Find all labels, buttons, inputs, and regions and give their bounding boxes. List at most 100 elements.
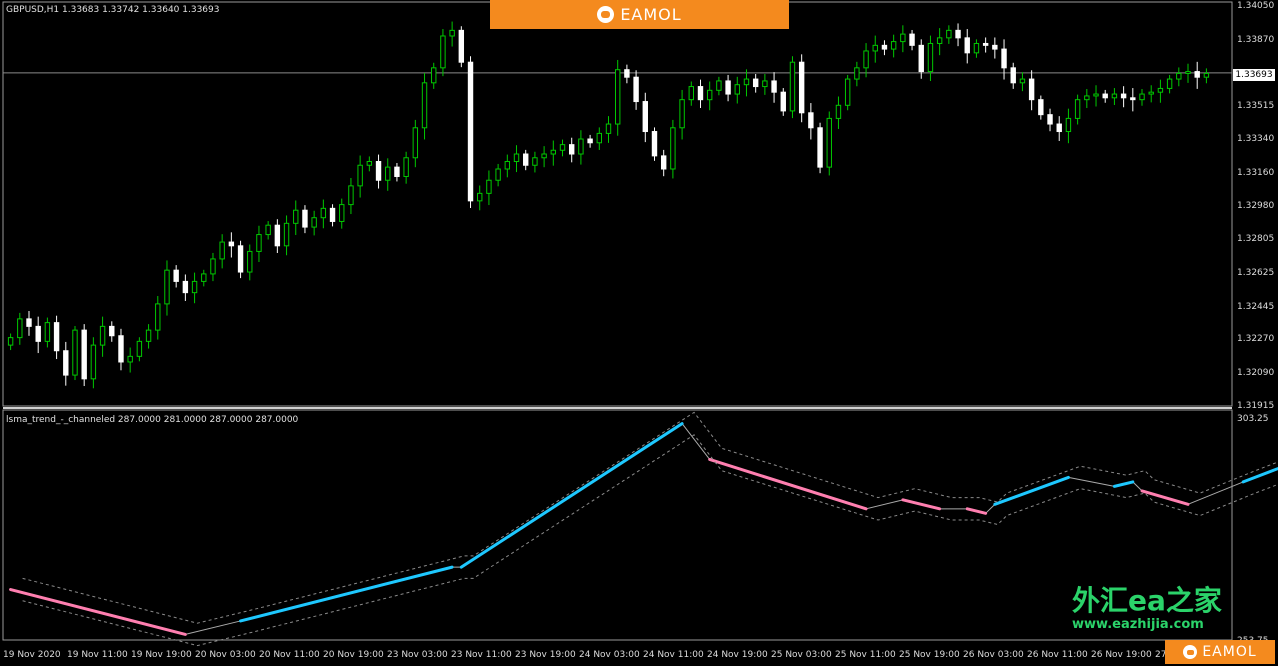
candle-body [311,217,317,228]
candle [697,79,704,108]
candle-body [237,245,244,273]
candle-body [587,138,593,144]
candle [412,119,419,168]
lsma-up-segment [993,475,1070,506]
candle-body [605,123,612,134]
candle [513,145,520,173]
price-tick-label: 1.33160 [1237,167,1275,178]
candle-body [771,80,777,93]
candle [486,170,492,206]
candle-body [660,155,667,170]
candle [256,225,262,262]
candle [550,140,557,166]
time-tick-label: 26 Nov 19:00 [1091,650,1152,660]
current-price-tag: 1.33693 [1233,69,1275,81]
candle-body [1185,71,1191,74]
candle-body [1194,71,1200,78]
candle-body [1084,95,1090,101]
candle [946,25,952,44]
watermark-cn: 外汇ea之家 [1072,584,1222,617]
time-tick-label: 19 Nov 19:00 [131,650,192,660]
candle-body [835,104,842,119]
lsma-connector [681,423,711,460]
candle-body [1056,123,1062,133]
candle-body [293,209,299,224]
candle-body [716,80,722,91]
candle-body [1148,91,1154,95]
indicator-tick-label: 303.25 [1237,414,1269,424]
candle-body [596,132,603,144]
candle-body [99,325,106,346]
candle-body [274,224,281,247]
candle [706,81,713,111]
candle-body [1065,117,1072,133]
candle [155,296,161,340]
lsma-up-segment [459,422,684,569]
candle [605,116,612,143]
candle-body [1010,67,1016,84]
candle-body [118,335,124,363]
candle [35,316,41,354]
candle-body [219,241,225,260]
candle-body [339,204,345,222]
candle [927,35,934,82]
candle [569,137,575,163]
candle-body [651,131,658,157]
candle-body [329,207,336,222]
candle [302,205,308,234]
candle-body [1047,114,1053,125]
candle [1166,74,1173,94]
candle-body [789,61,796,112]
candle [164,260,170,316]
candle [385,158,391,191]
candle [909,29,915,51]
price-tick-label: 1.31915 [1237,401,1275,411]
chart-canvas[interactable] [0,0,1278,666]
candle-body [780,91,786,112]
candle [964,29,970,64]
candle-body [1157,87,1164,93]
price-tick-label: 1.32270 [1237,334,1275,345]
candle-body [532,157,538,166]
candle-body [854,67,860,80]
candle [320,199,327,229]
candle [1111,88,1118,105]
candle-body [890,41,897,50]
candle [1001,39,1007,80]
symbol-info: GBPUSD,H1 1.33683 1.33742 1.33640 1.3369… [6,5,220,15]
lsma-connector [1132,481,1143,492]
candle [789,56,796,119]
candle [973,39,980,58]
candle [118,328,124,371]
price-tick-label: 1.33870 [1237,34,1275,45]
candle [219,234,225,269]
candle [53,315,60,360]
candle-body [826,117,832,168]
lsma-connector [865,499,903,510]
candle [26,311,32,336]
time-tick-label: 23 Nov 03:00 [387,650,448,660]
price-tick-label: 1.32445 [1237,301,1275,312]
candle-body [734,84,740,95]
candle [403,151,409,184]
candle [191,272,198,304]
candle-body [679,99,685,129]
candle-body [706,89,713,101]
candle-body [762,80,768,88]
candle-body [467,61,474,202]
time-tick-label: 25 Nov 19:00 [899,650,960,660]
candle [863,43,869,78]
candle [817,122,823,174]
candle [651,127,658,161]
time-tick-label: 24 Nov 03:00 [579,650,640,660]
candle [1038,95,1044,120]
candle-body [412,127,419,159]
candle [854,61,860,87]
candle-body [421,82,428,129]
eamol-logo-icon [597,6,615,23]
candle [881,40,888,56]
candle [421,73,428,140]
candle [201,269,207,287]
candle [1157,79,1164,103]
candle-body [53,322,60,352]
